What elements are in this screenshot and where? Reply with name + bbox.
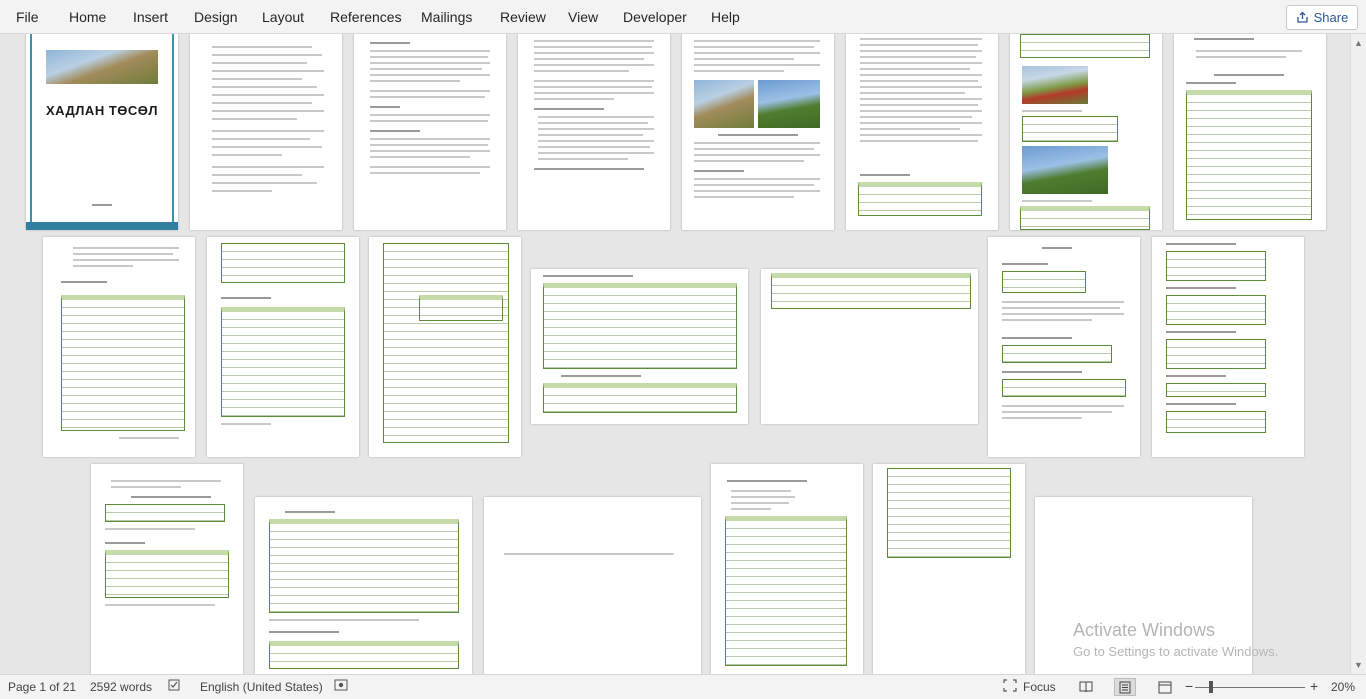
page-thumbnail-19[interactable] xyxy=(711,464,863,674)
table xyxy=(269,519,459,613)
table xyxy=(543,283,737,369)
page-count[interactable]: Page 1 of 21 xyxy=(8,680,76,694)
tab-file[interactable]: File xyxy=(16,9,39,25)
cover-band xyxy=(26,222,178,230)
photo xyxy=(758,80,820,128)
read-mode-icon[interactable] xyxy=(1075,678,1097,696)
page-thumbnail-7[interactable] xyxy=(1010,34,1162,230)
share-icon xyxy=(1296,11,1308,23)
cover-title: ХАДЛАН ТӨСӨЛ xyxy=(46,103,158,118)
page-thumbnail-13[interactable] xyxy=(761,269,978,424)
table xyxy=(858,182,982,216)
table xyxy=(221,243,345,283)
table xyxy=(1166,251,1266,281)
page-thumbnail-14[interactable] xyxy=(988,237,1140,457)
table xyxy=(61,295,185,431)
table xyxy=(105,504,225,522)
page-thumbnail-17[interactable] xyxy=(255,497,472,674)
page-thumbnail-10[interactable] xyxy=(207,237,359,457)
cover-photo xyxy=(46,50,158,84)
table xyxy=(1022,116,1118,142)
page-thumbnail-16[interactable] xyxy=(91,464,243,674)
table xyxy=(1186,90,1312,220)
table xyxy=(1166,339,1266,369)
focus-button[interactable]: Focus xyxy=(1023,680,1056,694)
text-line xyxy=(92,204,112,206)
page-thumbnail-6[interactable] xyxy=(846,34,998,230)
page-thumbnail-4[interactable] xyxy=(518,34,670,230)
zoom-level[interactable]: 20% xyxy=(1331,680,1355,694)
tab-developer[interactable]: Developer xyxy=(623,9,687,25)
table xyxy=(269,641,459,669)
scroll-up-icon[interactable]: ▲ xyxy=(1354,38,1363,48)
table xyxy=(1020,206,1150,230)
tab-design[interactable]: Design xyxy=(194,9,238,25)
table xyxy=(1166,411,1266,433)
table xyxy=(1166,295,1266,325)
ribbon-tab-bar: File Home Insert Design Layout Reference… xyxy=(0,0,1366,34)
language-indicator[interactable]: English (United States) xyxy=(200,680,323,694)
table xyxy=(543,383,737,413)
print-layout-icon[interactable] xyxy=(1114,678,1136,696)
table xyxy=(1002,271,1086,293)
table xyxy=(1020,34,1150,58)
table xyxy=(105,550,229,598)
focus-icon[interactable] xyxy=(1003,679,1017,695)
document-canvas[interactable]: ХАДЛАН ТӨСӨЛ xyxy=(0,34,1350,674)
tab-layout[interactable]: Layout xyxy=(262,9,304,25)
tab-references[interactable]: References xyxy=(330,9,402,25)
tab-mailings[interactable]: Mailings xyxy=(421,9,472,25)
page-thumbnail-5[interactable] xyxy=(682,34,834,230)
status-bar: Page 1 of 21 2592 words English (United … xyxy=(0,674,1366,699)
tab-insert[interactable]: Insert xyxy=(133,9,168,25)
tab-home[interactable]: Home xyxy=(69,9,106,25)
page-thumbnail-18[interactable] xyxy=(484,497,701,674)
page-thumbnail-20[interactable] xyxy=(873,464,1025,674)
table xyxy=(221,307,345,417)
share-button[interactable]: Share xyxy=(1286,5,1358,30)
proofing-icon[interactable] xyxy=(168,679,182,695)
page-thumbnail-12[interactable] xyxy=(531,269,748,424)
table xyxy=(725,516,847,666)
macro-record-icon[interactable] xyxy=(334,679,348,695)
table xyxy=(383,243,509,443)
web-layout-icon[interactable] xyxy=(1154,678,1176,696)
zoom-slider-thumb[interactable] xyxy=(1209,681,1213,693)
page-thumbnail-1[interactable]: ХАДЛАН ТӨСӨЛ xyxy=(26,34,178,230)
page-thumbnail-11[interactable] xyxy=(369,237,521,457)
zoom-in-button[interactable]: + xyxy=(1310,678,1318,694)
tab-help[interactable]: Help xyxy=(711,9,740,25)
page-thumbnail-3[interactable] xyxy=(354,34,506,230)
vertical-scrollbar[interactable]: ▲ ▼ xyxy=(1350,34,1366,674)
tab-review[interactable]: Review xyxy=(500,9,546,25)
table xyxy=(1166,383,1266,397)
page-thumbnail-21[interactable] xyxy=(1035,497,1252,674)
table xyxy=(1002,345,1112,363)
photo xyxy=(1022,146,1108,194)
page-thumbnail-8[interactable] xyxy=(1174,34,1326,230)
scroll-down-icon[interactable]: ▼ xyxy=(1354,660,1363,670)
table xyxy=(771,273,971,309)
tab-view[interactable]: View xyxy=(568,9,598,25)
page-thumbnail-2[interactable] xyxy=(190,34,342,230)
page-thumbnail-15[interactable] xyxy=(1152,237,1304,457)
share-label: Share xyxy=(1313,10,1349,25)
zoom-out-button[interactable]: − xyxy=(1185,678,1193,694)
table xyxy=(887,468,1011,558)
photo xyxy=(694,80,754,128)
photo xyxy=(1022,66,1088,104)
word-count[interactable]: 2592 words xyxy=(90,680,152,694)
page-thumbnail-9[interactable] xyxy=(43,237,195,457)
table xyxy=(1002,379,1126,397)
table xyxy=(419,295,503,321)
